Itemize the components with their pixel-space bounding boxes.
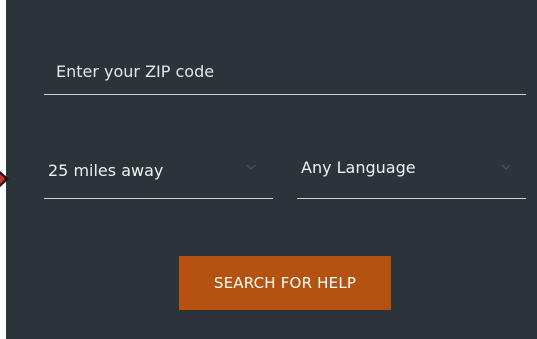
triangle-right-icon: [0, 173, 5, 185]
chevron-down-icon: [246, 164, 256, 170]
chevron-down-icon: [501, 164, 511, 170]
distance-select-value: 25 miles away: [48, 161, 164, 180]
search-panel: 25 miles away Any Language SEARCH FOR HE…: [6, 0, 537, 339]
language-select[interactable]: Any Language: [297, 148, 526, 199]
search-for-help-button[interactable]: SEARCH FOR HELP: [179, 256, 391, 310]
page: 25 miles away Any Language SEARCH FOR HE…: [0, 0, 537, 339]
zip-code-input[interactable]: [44, 56, 526, 86]
zip-code-field: [44, 50, 526, 95]
language-select-value: Any Language: [301, 158, 416, 177]
distance-select[interactable]: 25 miles away: [44, 148, 273, 199]
